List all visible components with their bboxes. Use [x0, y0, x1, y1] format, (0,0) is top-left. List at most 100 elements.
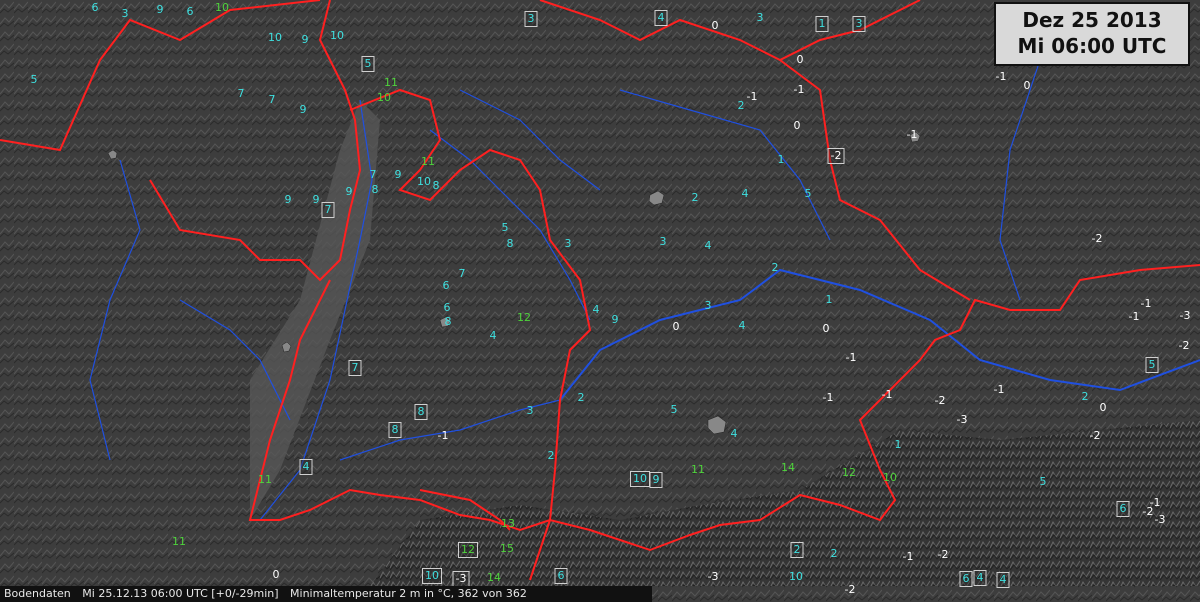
- station-value: 4: [654, 10, 668, 26]
- station-value: -2: [937, 548, 949, 561]
- station-value: 10: [417, 175, 431, 188]
- station-value: 0: [793, 119, 801, 132]
- footer-timestamp: Mi 25.12.13 06:00 UTC [+0/-29min]: [82, 587, 279, 600]
- station-value: 9: [394, 168, 402, 181]
- station-value: 6: [442, 279, 450, 292]
- station-value: 2: [691, 191, 699, 204]
- station-value: 2: [830, 547, 838, 560]
- station-value: 2: [1081, 390, 1089, 403]
- station-value: 7: [458, 267, 466, 280]
- station-value: 7: [268, 93, 276, 106]
- station-value: -1: [902, 550, 914, 563]
- station-value: -2: [844, 583, 856, 596]
- station-value: 11: [384, 76, 398, 89]
- station-value: 2: [577, 391, 585, 404]
- station-value: 12: [842, 466, 856, 479]
- station-value: -1: [822, 391, 834, 404]
- station-value: -3: [452, 571, 470, 587]
- station-value: 10: [883, 471, 897, 484]
- station-value: 11: [691, 463, 705, 476]
- station-value: 1: [777, 153, 785, 166]
- station-value: -2: [1091, 232, 1103, 245]
- station-value: 1: [894, 438, 902, 451]
- station-value: 8: [414, 404, 428, 420]
- station-value: -3: [707, 570, 719, 583]
- station-value: 4: [738, 319, 746, 332]
- station-value: -2: [1178, 339, 1190, 352]
- station-value: 4: [996, 572, 1010, 588]
- station-value: 14: [487, 571, 501, 584]
- station-value: 3: [704, 299, 712, 312]
- station-value: 4: [704, 239, 712, 252]
- station-value: 10: [330, 29, 344, 42]
- station-value: -2: [1089, 429, 1101, 442]
- station-value: -2: [934, 394, 946, 407]
- station-value: 9: [156, 3, 164, 16]
- station-value: 6: [959, 571, 973, 587]
- station-value: 8: [506, 237, 514, 250]
- station-value: 10: [789, 570, 803, 583]
- station-value: -3: [1154, 513, 1166, 526]
- station-value: 7: [321, 202, 335, 218]
- station-value: 4: [489, 329, 497, 342]
- station-value: 9: [611, 313, 619, 326]
- station-value: 8: [371, 183, 379, 196]
- date-time-box: Dez 25 2013 Mi 06:00 UTC: [994, 2, 1190, 66]
- footer-bar: Bodendaten Mi 25.12.13 06:00 UTC [+0/-29…: [0, 586, 652, 602]
- station-value: 6: [554, 568, 568, 584]
- station-value: 7: [348, 360, 362, 376]
- station-value: 0: [672, 320, 680, 333]
- station-value: 7: [237, 87, 245, 100]
- station-value: 9: [649, 472, 663, 488]
- date-label: Dez 25 2013: [1022, 8, 1162, 32]
- station-value: 3: [852, 16, 866, 32]
- station-value: 1: [825, 293, 833, 306]
- station-value: 4: [741, 187, 749, 200]
- station-value: 11: [172, 535, 186, 548]
- station-value: -1: [845, 351, 857, 364]
- station-value: 4: [592, 303, 600, 316]
- station-value: 10: [422, 568, 442, 584]
- station-value: 4: [730, 427, 738, 440]
- station-value: -3: [956, 413, 968, 426]
- weather-map: 6 3 9 6 10 3 4 0 1 3 5 10 9 10 5 11 10 9 7 7 11 10 8 9 7 8 9 9 7 9 4 5 8…: [0, 0, 1200, 602]
- station-value: 13: [501, 517, 515, 530]
- station-value: 2: [790, 542, 804, 558]
- station-value: 6: [1116, 501, 1130, 517]
- station-value: 12: [517, 311, 531, 324]
- station-value: 0: [1099, 401, 1107, 414]
- station-value: 11: [258, 473, 272, 486]
- station-value: 0: [272, 568, 280, 581]
- station-value: 0: [711, 19, 719, 32]
- station-value: 8: [432, 179, 440, 192]
- station-value: 0: [822, 322, 830, 335]
- station-value: 5: [30, 73, 38, 86]
- station-value: 0: [796, 53, 804, 66]
- station-value: 5: [1039, 475, 1047, 488]
- station-value: 2: [771, 261, 779, 274]
- station-value: 6: [443, 301, 451, 314]
- station-value: 3: [121, 7, 129, 20]
- station-value: 5: [1145, 357, 1159, 373]
- station-value: 3: [659, 235, 667, 248]
- station-value: 3: [526, 404, 534, 417]
- station-value: -3: [1179, 309, 1191, 322]
- station-value: -1: [746, 90, 758, 103]
- station-value: -1: [1140, 297, 1152, 310]
- station-value: 2: [737, 99, 745, 112]
- station-value: 10: [377, 91, 391, 104]
- station-value: -1: [1128, 310, 1140, 323]
- station-value: 3: [524, 11, 538, 27]
- station-value: 11: [421, 155, 435, 168]
- station-value: 9: [301, 33, 309, 46]
- time-label: Mi 06:00 UTC: [1017, 34, 1167, 58]
- station-value: 0: [1023, 79, 1031, 92]
- station-value: 5: [804, 187, 812, 200]
- station-value: 5: [670, 403, 678, 416]
- station-value: 5: [501, 221, 509, 234]
- station-value: 8: [388, 422, 402, 438]
- station-value: 10: [215, 1, 229, 14]
- station-value: 9: [312, 193, 320, 206]
- station-value: 4: [973, 570, 987, 586]
- station-value: 4: [299, 459, 313, 475]
